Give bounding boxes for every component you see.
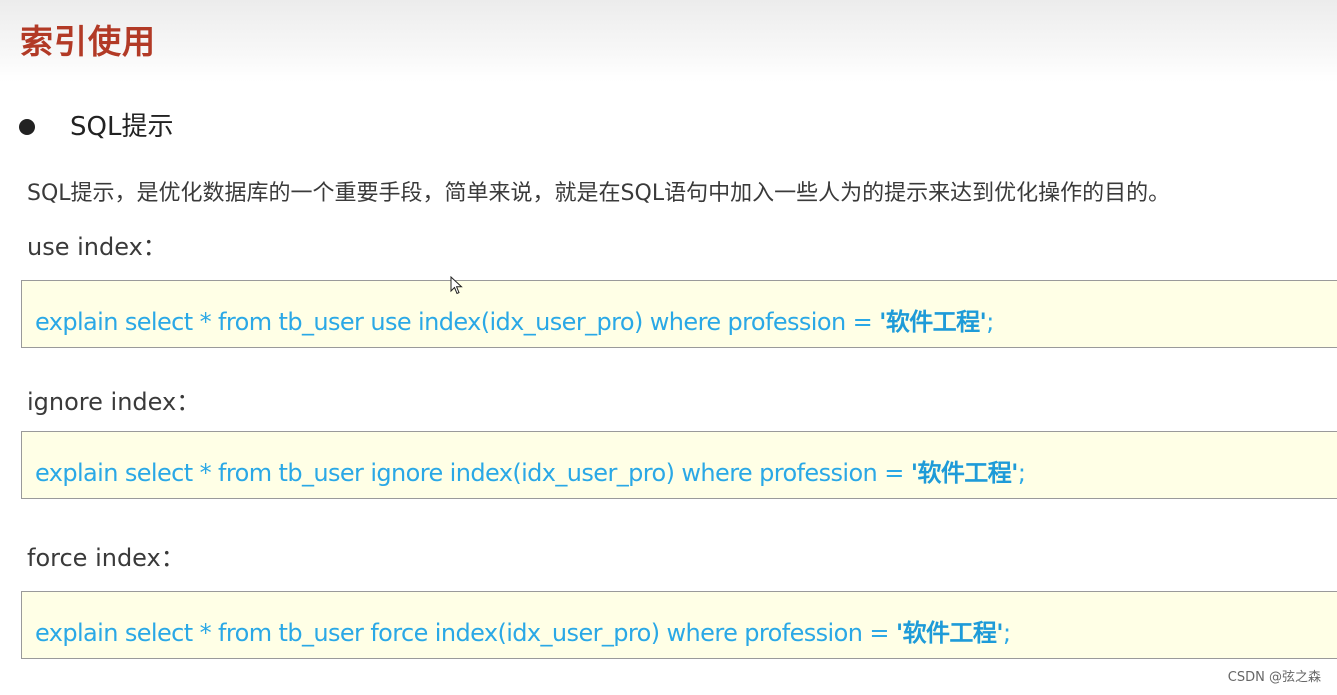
code-string-literal: '软件工程' — [879, 308, 987, 336]
code-terminator: ; — [1002, 619, 1011, 647]
page-title: 索引使用 — [20, 22, 156, 61]
header-band — [0, 0, 1337, 82]
code-line: explain select * from tb_user use index(… — [35, 306, 994, 338]
code-line: explain select * from tb_user force inde… — [35, 617, 1011, 649]
bullet-icon — [19, 119, 35, 135]
hint-label-force-index: force index： — [27, 544, 185, 572]
code-terminator: ; — [1017, 459, 1026, 487]
code-string-literal: '软件工程' — [910, 459, 1019, 487]
code-line: explain select * from tb_user ignore ind… — [35, 457, 1026, 489]
code-text: explain select * from tb_user force inde… — [35, 619, 896, 647]
watermark: CSDN @弦之森 — [1227, 670, 1321, 685]
code-string-literal: '软件工程' — [895, 619, 1004, 647]
hint-label-ignore-index: ignore index： — [27, 388, 201, 416]
code-block-force-index: explain select * from tb_user force inde… — [21, 591, 1337, 659]
hint-label-use-index: use index： — [27, 233, 167, 261]
mouse-pointer-icon — [450, 276, 463, 295]
code-block-use-index: explain select * from tb_user use index(… — [21, 280, 1337, 348]
code-text: explain select * from tb_user use index(… — [35, 308, 880, 336]
code-text: explain select * from tb_user ignore ind… — [35, 459, 911, 487]
section-heading: SQL提示 — [70, 112, 174, 142]
code-terminator: ; — [986, 308, 994, 336]
description-text: SQL提示，是优化数据库的一个重要手段，简单来说，就是在SQL语句中加入一些人为… — [27, 181, 1171, 206]
code-block-ignore-index: explain select * from tb_user ignore ind… — [21, 431, 1337, 499]
